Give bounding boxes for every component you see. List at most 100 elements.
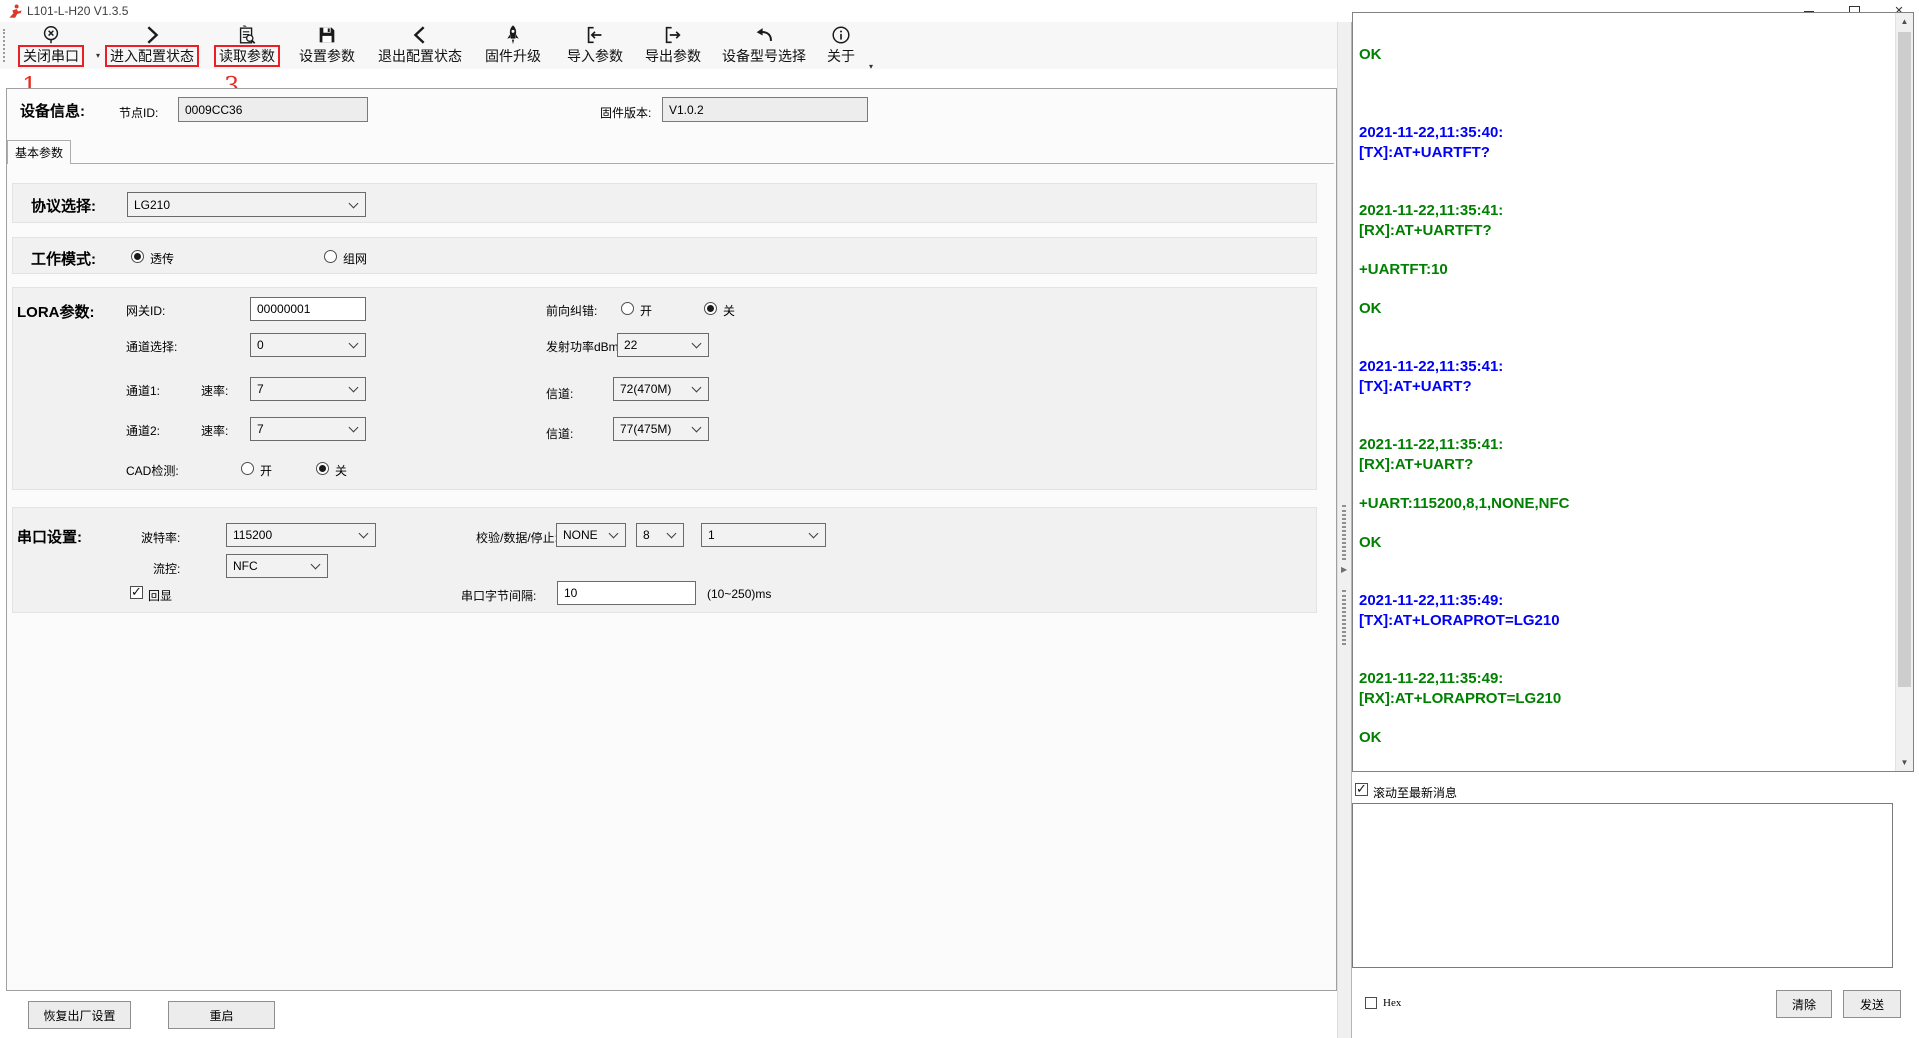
factory-reset-button[interactable]: 恢复出厂设置 — [28, 1001, 131, 1029]
channel2-freq-select[interactable]: 77(475M) — [613, 417, 709, 441]
gateway-id-input[interactable]: 00000001 — [250, 297, 366, 321]
log-line — [1359, 338, 1893, 358]
log-line: [RX]:AT+UARTFT? — [1359, 221, 1893, 241]
databits-select[interactable]: 8 — [636, 523, 684, 547]
firmware-field[interactable]: V1.0.2 — [662, 97, 868, 122]
scroll-to-latest-checkbox[interactable] — [1355, 783, 1368, 796]
log-output[interactable]: OK 2021-11-22,11:35:40:[TX]:AT+UARTFT? 2… — [1352, 12, 1914, 772]
protocol-label: 协议选择: — [31, 195, 96, 216]
clear-button[interactable]: 清除 — [1776, 990, 1832, 1018]
radio-transparent-mode[interactable] — [131, 250, 144, 263]
toolbar: 关闭串口 ▾ 进入配置状态 读取参数 设置参数 退出配置状态 固件升级 — [0, 22, 1341, 69]
splitter-collapse-icon[interactable]: ▶ — [1341, 565, 1347, 574]
byte-interval-input[interactable]: 10 — [557, 581, 696, 605]
exit-config-icon — [409, 24, 431, 46]
log-line: OK — [1359, 299, 1893, 319]
channel-select[interactable]: 0 — [250, 333, 366, 357]
restart-button[interactable]: 重启 — [168, 1001, 275, 1029]
channel-label: 信道: — [546, 385, 573, 402]
channel1-freq-value: 72(470M) — [620, 382, 671, 396]
chevron-down-icon — [311, 560, 321, 570]
protocol-select[interactable]: LG210 — [127, 192, 366, 217]
channel-label: 信道: — [546, 425, 573, 442]
toolbar-button-firmware-upgrade[interactable]: 固件升级 — [474, 22, 552, 68]
log-line — [1359, 513, 1893, 533]
toolbar-label: 退出配置状态 — [373, 45, 467, 67]
work-mode-label: 工作模式: — [31, 248, 96, 269]
toolbar-label: 设置参数 — [294, 45, 360, 67]
hex-checkbox[interactable] — [1365, 997, 1377, 1009]
radio-cad-off[interactable] — [316, 462, 329, 475]
clear-label: 清除 — [1792, 996, 1816, 1013]
radio-fec-on[interactable] — [621, 302, 634, 315]
radio-fec-off[interactable] — [704, 302, 717, 315]
app-icon — [8, 4, 23, 19]
byte-interval-hint: (10~250)ms — [707, 587, 771, 601]
node-id-value: 0009CC36 — [185, 103, 242, 117]
toolbar-grip[interactable] — [3, 29, 5, 62]
byte-interval-value: 10 — [564, 586, 577, 600]
channel2-rate-select[interactable]: 7 — [250, 417, 366, 441]
splitter-grip — [1342, 590, 1346, 645]
log-line: OK — [1359, 533, 1893, 553]
baud-select[interactable]: 115200 — [226, 523, 376, 547]
toolbar-button-export-params[interactable]: 导出参数 — [634, 22, 712, 68]
toolbar-label: 设备型号选择 — [717, 45, 811, 67]
channel2-label: 通道2: — [126, 422, 160, 439]
log-line — [1359, 572, 1893, 592]
radio-cad-on-label: 开 — [260, 462, 272, 479]
read-params-icon — [236, 24, 258, 46]
stopbits-select[interactable]: 1 — [701, 523, 826, 547]
channel1-rate-select[interactable]: 7 — [250, 377, 366, 401]
tx-power-label: 发射功率dBm: — [546, 338, 622, 355]
tab-label: 基本参数 — [15, 144, 63, 161]
send-input[interactable] — [1352, 803, 1893, 968]
toolbar-button-set-params[interactable]: 设置参数 — [288, 22, 366, 68]
radio-cad-on[interactable] — [241, 462, 254, 475]
radio-network-mode[interactable] — [324, 250, 337, 263]
parity-select[interactable]: NONE — [556, 523, 626, 547]
channel1-freq-select[interactable]: 72(470M) — [613, 377, 709, 401]
log-line — [1359, 396, 1893, 416]
chevron-down-icon — [609, 529, 619, 539]
toolbar-button-exit-config[interactable]: 退出配置状态 — [368, 22, 472, 68]
scroll-up-icon[interactable]: ▲ — [1896, 13, 1913, 30]
toolbar-button-read-params[interactable]: 读取参数 — [207, 22, 287, 68]
serial-label: 串口设置: — [17, 526, 82, 547]
chevron-down-icon — [349, 383, 359, 393]
tab-basic-params[interactable]: 基本参数 — [7, 140, 71, 164]
work-mode-section: 工作模式: 透传 组网 — [12, 237, 1317, 274]
log-line — [1359, 416, 1893, 436]
channel2-rate-value: 7 — [257, 422, 264, 436]
channel-select-label: 通道选择: — [126, 338, 177, 355]
tx-power-select[interactable]: 22 — [617, 333, 709, 357]
chevron-down-icon — [667, 529, 677, 539]
echo-checkbox[interactable] — [130, 586, 143, 599]
toolbar-label: 读取参数 — [214, 45, 280, 67]
channel2-freq-value: 77(475M) — [620, 422, 671, 436]
scroll-down-icon[interactable]: ▼ — [1896, 754, 1913, 771]
send-button[interactable]: 发送 — [1843, 990, 1901, 1018]
stopbits-value: 1 — [708, 528, 715, 542]
radio-fec-off-label: 关 — [723, 302, 735, 319]
panel-splitter[interactable]: ▶ — [1337, 22, 1352, 1038]
node-id-field[interactable]: 0009CC36 — [178, 97, 368, 122]
chevron-down-icon — [809, 529, 819, 539]
chevron-down-icon[interactable]: ▾ — [869, 62, 873, 71]
export-params-icon — [662, 24, 684, 46]
flow-select[interactable]: NFC — [226, 554, 328, 578]
log-line — [1359, 104, 1893, 124]
firmware-upgrade-icon — [502, 24, 524, 46]
toolbar-button-import-params[interactable]: 导入参数 — [556, 22, 634, 68]
log-line — [1359, 474, 1893, 494]
toolbar-button-enter-config[interactable]: 进入配置状态 — [100, 22, 204, 68]
node-id-label: 节点ID: — [119, 104, 158, 121]
scrollbar-thumb[interactable] — [1898, 32, 1911, 687]
log-line: [TX]:AT+UART? — [1359, 377, 1893, 397]
toolbar-button-close-serial[interactable]: 关闭串口 — [6, 22, 96, 68]
toolbar-button-about[interactable]: 关于 — [818, 22, 864, 68]
splitter-grip — [1342, 505, 1346, 560]
log-scrollbar[interactable]: ▲ ▼ — [1895, 13, 1913, 771]
firmware-value: V1.0.2 — [669, 103, 704, 117]
toolbar-button-device-model[interactable]: 设备型号选择 — [712, 22, 816, 68]
